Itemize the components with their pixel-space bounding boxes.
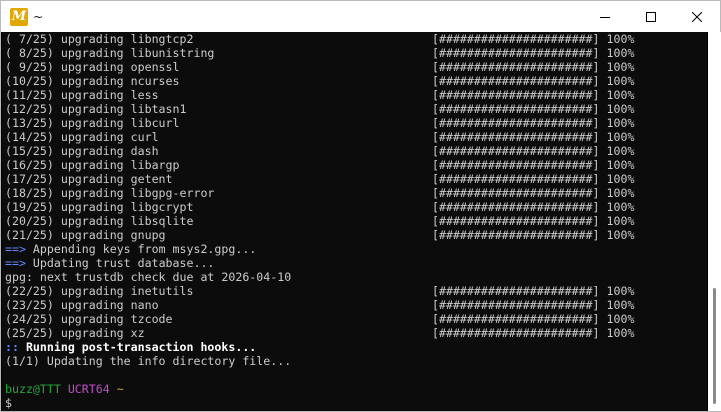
upgrade-line: (21/25) upgrading gnupg (5, 228, 166, 242)
upgrade-line: (16/25) upgrading libargp (5, 158, 180, 172)
progress-bar: [######################] 100% (432, 32, 635, 46)
progress-bar: [######################] 100% (432, 116, 635, 130)
terminal-output[interactable]: ( 7/25) upgrading libngtcp2 [###########… (2, 32, 707, 411)
prompt-shell: UCRT64 (67, 382, 110, 396)
title-bar[interactable]: M ~ (1, 1, 720, 32)
prompt-input-line[interactable]: $ (5, 396, 12, 410)
progress-bar: [######################] 100% (432, 284, 635, 298)
upgrade-line: (25/25) upgrading xz (5, 326, 145, 340)
progress-bar: [######################] 100% (432, 172, 635, 186)
window-controls (582, 1, 720, 32)
progress-bar: [######################] 100% (432, 130, 635, 144)
upgrade-line: ( 8/25) upgrading libunistring (5, 46, 215, 60)
hooks-text: Running post-transaction hooks... (18, 340, 257, 354)
progress-bar: [######################] 100% (432, 186, 635, 200)
minimize-button[interactable] (582, 1, 628, 32)
progress-bar: [######################] 100% (432, 228, 635, 242)
upgrade-line: (20/25) upgrading libsqlite (5, 214, 194, 228)
gpg-line: gpg: next trustdb check due at 2026-04-1… (5, 270, 292, 284)
scrollbar-thumb[interactable] (713, 288, 716, 404)
progress-bar: [######################] 100% (432, 326, 635, 340)
upgrade-line: (14/25) upgrading curl (5, 130, 159, 144)
upgrade-line: (17/25) upgrading getent (5, 172, 173, 186)
info-line: (1/1) Updating the info directory file..… (5, 354, 292, 368)
upgrade-line: ( 9/25) upgrading openssl (5, 60, 180, 74)
prompt-user: buzz@TTT (5, 382, 61, 396)
prompt-dir: ~ (116, 382, 124, 396)
window-title: ~ (33, 9, 44, 24)
arrow-marker: ==> (5, 256, 26, 270)
terminal-window: M ~ ( 7/25) upgrading libngtcp2 [#######… (0, 0, 721, 412)
upgrade-line: (19/25) upgrading libgcrypt (5, 200, 194, 214)
upgrade-line: (10/25) upgrading ncurses (5, 74, 180, 88)
upgrade-line: (24/25) upgrading tzcode (5, 312, 173, 326)
msys2-app-icon[interactable]: M (10, 7, 28, 26)
close-icon (692, 11, 702, 22)
maximize-button[interactable] (628, 1, 674, 32)
progress-bar: [######################] 100% (432, 200, 635, 214)
vertical-scrollbar[interactable] (708, 32, 721, 411)
progress-bar: [######################] 100% (432, 144, 635, 158)
upgrade-line: (18/25) upgrading libgpg-error (5, 186, 215, 200)
updating-trust-text: Updating trust database... (25, 256, 215, 270)
upgrade-line: (13/25) upgrading libcurl (5, 116, 180, 130)
progress-bar: [######################] 100% (432, 158, 635, 172)
updating-trust-line: ==> Updating trust database... (5, 256, 214, 270)
progress-bar: [######################] 100% (432, 214, 635, 228)
prompt-line: buzz@TTT UCRT64 ~ (5, 382, 124, 396)
upgrade-line: (12/25) upgrading libtasn1 (5, 102, 187, 116)
upgrade-line: (22/25) upgrading inetutils (5, 284, 194, 298)
appending-keys-text: Appending keys from msys2.gpg... (25, 242, 257, 256)
upgrade-line: ( 7/25) upgrading libngtcp2 (5, 32, 194, 46)
maximize-icon (646, 11, 656, 22)
upgrade-line: (15/25) upgrading dash (5, 144, 159, 158)
progress-bar: [######################] 100% (432, 88, 635, 102)
progress-bar: [######################] 100% (432, 74, 635, 88)
progress-bar: [######################] 100% (432, 46, 635, 60)
close-button[interactable] (674, 1, 720, 32)
progress-bar: [######################] 100% (432, 298, 635, 312)
arrow-marker: ==> (5, 242, 26, 256)
progress-bar: [######################] 100% (432, 60, 635, 74)
progress-bar: [######################] 100% (432, 102, 635, 116)
hooks-line: :: Running post-transaction hooks... (5, 340, 256, 354)
upgrade-line: (23/25) upgrading nano (5, 298, 159, 312)
hooks-prefix: :: (5, 340, 19, 354)
progress-bar: [######################] 100% (432, 312, 635, 326)
minimize-icon (600, 16, 610, 18)
upgrade-line: (11/25) upgrading less (5, 88, 159, 102)
appending-keys-line: ==> Appending keys from msys2.gpg... (5, 242, 256, 256)
